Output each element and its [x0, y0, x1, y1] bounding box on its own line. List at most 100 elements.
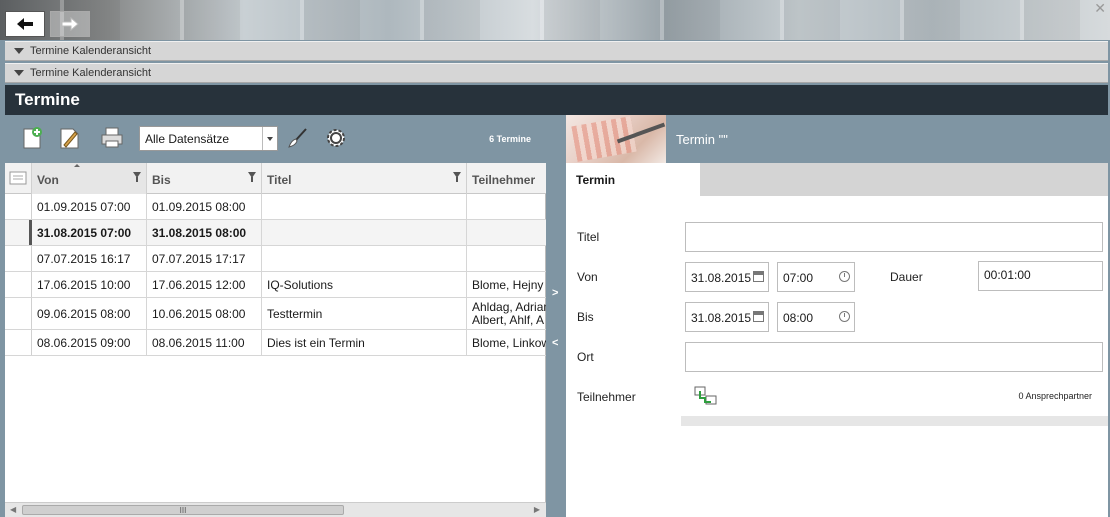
- titel-input[interactable]: [685, 222, 1103, 252]
- column-label: Teilnehmer: [472, 173, 536, 187]
- clock-icon[interactable]: [839, 311, 850, 322]
- scrollbar-thumb[interactable]: III: [22, 505, 344, 515]
- row-selector[interactable]: [5, 330, 32, 355]
- panel-splitter[interactable]: > <: [546, 115, 566, 517]
- cell-bis: 08.06.2015 11:00: [147, 330, 262, 355]
- column-header-von[interactable]: Von: [32, 163, 147, 194]
- forward-button[interactable]: [50, 11, 90, 37]
- participant-count: 0 Ansprechpartner: [1018, 391, 1092, 401]
- grid-menu-icon: [9, 171, 27, 184]
- row-selector-header[interactable]: [5, 163, 32, 194]
- bis-date-input[interactable]: 31.08.2015: [685, 302, 769, 332]
- row-selector[interactable]: [5, 220, 32, 245]
- cell-bis: 10.06.2015 08:00: [147, 298, 262, 329]
- cell-teilnehmer: [467, 220, 546, 245]
- section-calendar-view-2[interactable]: Termine Kalenderansicht: [5, 63, 1108, 83]
- table-row[interactable]: 01.09.2015 07:00 01.09.2015 08:00: [5, 194, 546, 220]
- edit-button[interactable]: [57, 125, 83, 151]
- cell-teilnehmer: Ahldag, Adrian Albert, Ahlf, A: [467, 298, 546, 329]
- grid-header: Von Bis Titel Teilnehmer: [5, 163, 546, 194]
- brush-icon: [288, 128, 307, 148]
- row-selector[interactable]: [5, 298, 32, 329]
- add-participant-button[interactable]: [694, 386, 718, 406]
- add-record-button[interactable]: [20, 125, 46, 151]
- von-time-input[interactable]: 07:00: [777, 262, 855, 292]
- grid-rows: 01.09.2015 07:00 01.09.2015 08:00 31.08.…: [5, 194, 546, 356]
- cell-bis: 31.08.2015 08:00: [147, 220, 262, 245]
- ort-label: Ort: [577, 350, 594, 364]
- dauer-label: Dauer: [890, 270, 923, 284]
- column-header-titel[interactable]: Titel: [262, 163, 467, 194]
- list-toolbar: Alle Datensätze 6 Termine: [5, 115, 546, 163]
- edit-icon: [60, 128, 79, 149]
- table-row[interactable]: 09.06.2015 08:00 10.06.2015 08:00 Testte…: [5, 298, 546, 330]
- cell-von: 08.06.2015 09:00: [32, 330, 147, 355]
- bis-time-value: 08:00: [783, 311, 814, 325]
- cell-titel: IQ-Solutions: [262, 272, 467, 297]
- expand-panel-button[interactable]: >: [552, 287, 558, 299]
- filter-icon[interactable]: [248, 172, 256, 182]
- collapse-triangle-icon: [14, 70, 24, 76]
- table-row[interactable]: 08.06.2015 09:00 08.06.2015 11:00 Dies i…: [5, 330, 546, 356]
- record-count: 6 Termine: [489, 134, 531, 144]
- von-label: Von: [577, 270, 598, 284]
- gear-icon: [327, 129, 345, 147]
- print-button[interactable]: [99, 125, 125, 151]
- bis-time-input[interactable]: 08:00: [777, 302, 855, 332]
- von-date-input[interactable]: 31.08.2015: [685, 262, 769, 292]
- filter-icon[interactable]: [133, 172, 141, 182]
- scroll-right-icon[interactable]: ▶: [534, 505, 540, 514]
- sort-indicator-icon: [74, 164, 80, 167]
- row-selector[interactable]: [5, 246, 32, 271]
- appointment-form: Titel Von 31.08.2015 07:00 Dauer 00:01:0…: [566, 196, 1108, 517]
- cell-bis: 01.09.2015 08:00: [147, 194, 262, 219]
- cell-teilnehmer: [467, 246, 546, 271]
- cell-teilnehmer: [467, 194, 546, 219]
- row-selector[interactable]: [5, 272, 32, 297]
- clock-icon[interactable]: [839, 271, 850, 282]
- appointment-thumbnail: [566, 115, 666, 163]
- cell-von: 01.09.2015 07:00: [32, 194, 147, 219]
- settings-button[interactable]: [323, 125, 349, 151]
- appointments-grid: Von Bis Titel Teilnehmer 01.09.2015 07:0…: [5, 163, 546, 517]
- cell-titel: [262, 220, 467, 245]
- horizontal-scrollbar[interactable]: ◀ III ▶: [5, 502, 546, 517]
- close-icon[interactable]: ✕: [1094, 0, 1106, 17]
- column-header-bis[interactable]: Bis: [147, 163, 262, 194]
- record-filter-value: Alle Datensätze: [145, 131, 230, 146]
- scroll-grip: III: [179, 505, 187, 515]
- bis-label: Bis: [577, 310, 594, 324]
- calendar-icon[interactable]: [753, 271, 764, 282]
- cell-von: 07.07.2015 16:17: [32, 246, 147, 271]
- chevron-down-icon[interactable]: [262, 127, 277, 150]
- record-filter-select[interactable]: Alle Datensätze: [139, 126, 278, 151]
- row-selector[interactable]: [5, 194, 32, 219]
- ort-input[interactable]: [685, 342, 1103, 372]
- detail-header: Termin "": [566, 115, 1108, 163]
- collapse-triangle-icon: [14, 48, 24, 54]
- participant-link-icon: [694, 386, 717, 405]
- detail-tabs: Termin: [566, 163, 1108, 196]
- cell-von: 17.06.2015 10:00: [32, 272, 147, 297]
- bis-date-value: 31.08.2015: [691, 311, 752, 325]
- column-label: Von: [37, 173, 59, 187]
- detail-title: Termin "": [676, 132, 728, 147]
- print-icon: [101, 127, 123, 148]
- filter-icon[interactable]: [453, 172, 461, 182]
- brush-button[interactable]: [285, 125, 311, 151]
- table-row[interactable]: 31.08.2015 07:00 31.08.2015 08:00: [5, 220, 546, 246]
- tab-termin[interactable]: Termin: [566, 163, 700, 196]
- teilnehmer-line: Albert, Ahlf, A: [472, 313, 545, 327]
- dauer-input[interactable]: 00:01:00: [978, 261, 1103, 291]
- scroll-left-icon[interactable]: ◀: [10, 505, 16, 514]
- collapse-panel-button[interactable]: <: [552, 337, 558, 349]
- calendar-icon[interactable]: [753, 311, 764, 322]
- section-label: Termine Kalenderansicht: [30, 67, 152, 79]
- arrow-left-icon: [17, 18, 33, 30]
- column-header-teilnehmer[interactable]: Teilnehmer: [467, 163, 546, 194]
- table-row[interactable]: 17.06.2015 10:00 17.06.2015 12:00 IQ-Sol…: [5, 272, 546, 298]
- cell-bis: 17.06.2015 12:00: [147, 272, 262, 297]
- back-button[interactable]: [5, 11, 45, 37]
- section-calendar-view-1[interactable]: Termine Kalenderansicht: [5, 41, 1108, 61]
- table-row[interactable]: 07.07.2015 16:17 07.07.2015 17:17: [5, 246, 546, 272]
